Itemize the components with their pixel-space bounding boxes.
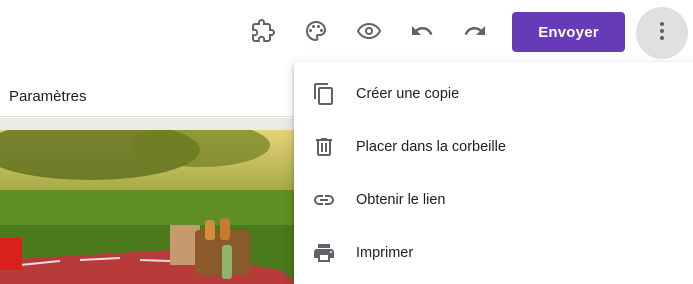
puzzle-icon [251,18,276,48]
undo-icon [410,19,434,48]
menu-item-label: Créer une copie [356,85,460,102]
send-button[interactable]: Envoyer [512,12,625,52]
menu-item-label: Placer dans la corbeille [356,138,506,155]
print-icon [312,241,336,265]
trash-icon [312,135,336,159]
palette-icon [304,19,328,48]
copy-icon [312,82,336,106]
menu-item-label: Obtenir le lien [356,191,446,208]
more-vert-icon [650,19,674,48]
redo-icon [463,19,487,48]
customize-theme-button[interactable] [296,13,336,53]
preview-button[interactable] [349,13,389,53]
menu-item-make-copy[interactable]: Créer une copie [294,67,693,120]
eye-icon [356,19,382,48]
redo-button[interactable] [455,13,495,53]
more-options-menu: Créer une copie Placer dans la corbeille… [294,62,693,284]
more-options-button[interactable] [636,7,688,59]
addons-button[interactable] [243,13,283,53]
menu-item-get-link[interactable]: Obtenir le lien [294,173,693,226]
link-icon [312,188,336,212]
header-image [0,130,300,284]
tab-settings[interactable]: Paramètres [9,88,87,105]
top-toolbar: Envoyer [0,0,693,62]
menu-item-label: Imprimer [356,244,414,261]
menu-item-print[interactable]: Imprimer [294,226,693,279]
menu-item-move-to-trash[interactable]: Placer dans la corbeille [294,120,693,173]
undo-button[interactable] [402,13,442,53]
